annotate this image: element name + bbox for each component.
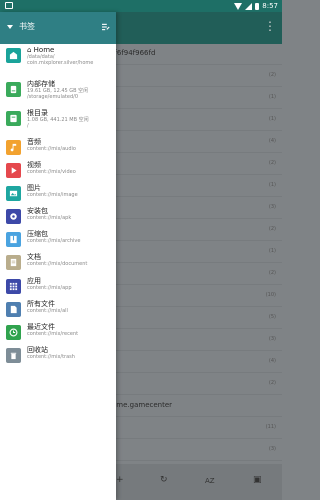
item-count: (2) bbox=[268, 380, 276, 386]
item-count: (10) bbox=[265, 292, 276, 298]
bookmark-path: content://mix/archive bbox=[27, 238, 81, 245]
bookmark-item-archive[interactable]: 压缩包 content://mix/archive bbox=[0, 228, 116, 251]
drawer-header: 书签 bbox=[0, 12, 116, 44]
item-count: (3) bbox=[268, 336, 276, 342]
bookmark-item-recent[interactable]: 最近文件 content://mix/recent bbox=[0, 321, 116, 344]
home-icon bbox=[6, 48, 21, 63]
bookmark-title: 图片 bbox=[27, 184, 41, 193]
apk-icon bbox=[6, 209, 21, 225]
bookmark-title: 安装包 bbox=[27, 207, 48, 216]
drawer-title: 书签 bbox=[19, 22, 35, 31]
bookmark-item-home[interactable]: ⌂ Home/data/data/ coin.mixplorer.silver/… bbox=[0, 44, 116, 78]
file-name: eme.gamecenter bbox=[112, 401, 173, 409]
trash-icon bbox=[6, 347, 21, 363]
bookmark-item-all[interactable]: 所有文件 content://mix/all bbox=[0, 298, 116, 321]
clock: 8:57 bbox=[262, 2, 278, 10]
bookmark-path: content://mix/trash bbox=[27, 353, 75, 360]
bookmark-item-trash[interactable]: 回收站 content://mix/trash bbox=[0, 344, 116, 367]
archive-icon bbox=[6, 232, 21, 248]
notification-icon bbox=[5, 2, 13, 9]
item-count: (1) bbox=[268, 248, 276, 254]
item-count: (2) bbox=[268, 270, 276, 276]
bookmark-item-root[interactable]: 根目录 1.08 GB, 441.21 MB 空闲 / bbox=[0, 107, 116, 136]
bookmark-title: 最近文件 bbox=[27, 322, 55, 331]
bookmark-title: 回收站 bbox=[27, 345, 48, 354]
root-icon bbox=[6, 111, 21, 126]
status-bar: 8:57 bbox=[0, 0, 282, 12]
wifi-icon bbox=[234, 2, 243, 10]
recent-icon bbox=[6, 324, 21, 340]
bookmark-item-apk[interactable]: 安装包 content://mix/apk bbox=[0, 205, 116, 228]
bookmark-item-storage[interactable]: 内部存储 19.61 GB, 12.45 GB 空闲 /storage/emula… bbox=[0, 78, 116, 107]
bookmark-title: 所有文件 bbox=[27, 299, 55, 308]
bookmark-path: content://mix/video bbox=[27, 169, 76, 176]
bookmark-item-app[interactable]: 应用 content://mix/app bbox=[0, 275, 116, 298]
item-count: (4) bbox=[268, 138, 276, 144]
bookmark-path: content://mix/app bbox=[27, 284, 72, 291]
all-icon bbox=[6, 301, 21, 317]
item-count: (3) bbox=[268, 204, 276, 210]
item-count: (2) bbox=[268, 226, 276, 232]
add-button[interactable]: + bbox=[116, 475, 124, 485]
item-count: (1) bbox=[268, 94, 276, 100]
item-count: (2) bbox=[268, 160, 276, 166]
storage-icon bbox=[6, 82, 21, 97]
bookmark-path: 1.08 GB, 441.21 MB 空闲 / bbox=[27, 117, 89, 129]
bookmark-item-music[interactable]: 音频 content://mix/audio bbox=[0, 136, 116, 159]
collapse-icon[interactable] bbox=[7, 25, 13, 29]
bookmark-item-document[interactable]: 文档 content://mix/document bbox=[0, 251, 116, 274]
bookmark-title: 内部存储 bbox=[27, 80, 55, 88]
bookmark-path: /data/data/ coin.mixplorer.silver/home bbox=[27, 54, 94, 66]
item-count: (3) bbox=[268, 446, 276, 452]
bookmark-list: ⌂ Home/data/data/ coin.mixplorer.silver/… bbox=[0, 44, 116, 367]
item-count: (1) bbox=[268, 116, 276, 122]
sort-button[interactable]: AZ bbox=[205, 477, 215, 485]
edit-bookmarks-icon[interactable] bbox=[102, 23, 110, 31]
file-name: ff6f94f966fd bbox=[112, 49, 156, 57]
music-icon bbox=[6, 140, 21, 155]
bookmark-path: content://mix/document bbox=[27, 261, 88, 268]
bookmarks-drawer: 书签 ⌂ Home/data/data/ coin.mixplorer.silv… bbox=[0, 12, 116, 500]
bookmark-path: content://mix/recent bbox=[27, 330, 79, 337]
bookmark-path: content://mix/all bbox=[27, 307, 68, 314]
bookmark-item-image[interactable]: 图片 content://mix/image bbox=[0, 182, 116, 205]
bookmark-path: content://mix/audio bbox=[27, 146, 76, 152]
bookmark-path: content://mix/apk bbox=[27, 215, 72, 222]
bookmark-title: 应用 bbox=[27, 276, 41, 285]
item-count: (5) bbox=[268, 314, 276, 320]
bookmark-item-video[interactable]: 视频 content://mix/video bbox=[0, 159, 116, 182]
view-mode-button[interactable]: ▣ bbox=[253, 475, 262, 485]
refresh-button[interactable]: ↻ bbox=[160, 475, 168, 485]
video-icon bbox=[6, 163, 21, 179]
bookmark-path: content://mix/image bbox=[27, 192, 78, 199]
bookmark-title: 文档 bbox=[27, 253, 41, 262]
more-menu-icon[interactable]: ⋮ bbox=[264, 20, 276, 32]
item-count: (4) bbox=[268, 358, 276, 364]
item-count: (1) bbox=[268, 182, 276, 188]
item-count: (2) bbox=[268, 72, 276, 78]
image-icon bbox=[6, 186, 21, 202]
item-count: (11) bbox=[265, 424, 276, 430]
bookmark-path: 19.61 GB, 12.45 GB 空闲 /storage/emulated/… bbox=[27, 88, 89, 100]
signal-icon bbox=[245, 2, 253, 10]
bookmark-title: ⌂ Home bbox=[27, 46, 55, 54]
document-icon bbox=[6, 255, 21, 271]
app-icon bbox=[6, 278, 21, 294]
bookmark-title: 根目录 bbox=[27, 109, 48, 117]
bookmark-title: 音频 bbox=[27, 138, 41, 146]
battery-icon bbox=[255, 2, 260, 10]
bookmark-title: 视频 bbox=[27, 161, 41, 170]
bookmark-title: 压缩包 bbox=[27, 230, 48, 239]
